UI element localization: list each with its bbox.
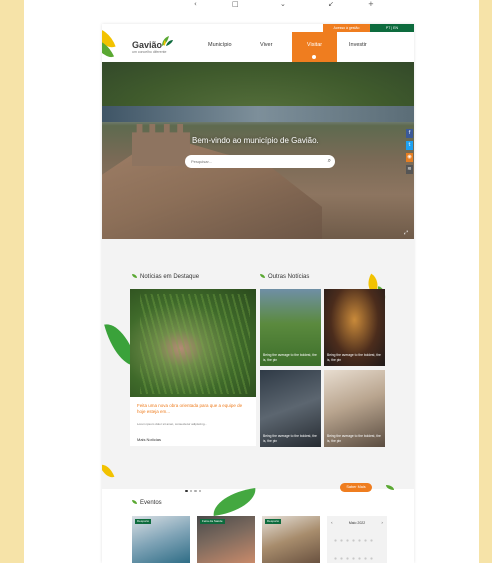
see-more-button[interactable]: Saber Mais <box>340 483 372 492</box>
leaf-decoration <box>210 487 259 517</box>
event-tag: Feira da Saúde <box>200 519 225 524</box>
featured-news-image <box>130 289 256 397</box>
active-indicator <box>312 55 316 59</box>
twitter-icon[interactable]: t <box>406 141 413 150</box>
site-logo[interactable]: Gavião um concelho diferente <box>132 36 173 55</box>
chevron-down-icon[interactable]: ⌄ <box>280 0 286 8</box>
hero-hill <box>102 62 414 110</box>
logo-leaves-icon <box>162 36 173 46</box>
social-links: f t ◉ ≋ <box>406 129 414 177</box>
facebook-icon[interactable]: f <box>406 129 413 138</box>
hero-search-box: ⌕ <box>185 155 335 168</box>
event-card[interactable]: Desporto <box>132 516 190 563</box>
management-access-link[interactable]: Acesso à gestão <box>323 24 370 32</box>
event-card[interactable]: Feira da Saúde <box>197 516 255 563</box>
page-dot[interactable] <box>198 489 201 492</box>
news-section: Notícias em Destaque Outras Notícias Fei… <box>102 239 414 517</box>
rss-icon[interactable]: ≋ <box>406 165 413 174</box>
leaf-bullet-icon <box>132 274 137 278</box>
browser-toolbar: ‹ □ ⌄ ↙ + <box>172 0 382 10</box>
leaf-bullet-icon <box>132 500 137 504</box>
news-card-caption: Being the average to the boldest, the is… <box>327 353 381 362</box>
chevron-left-icon[interactable]: ‹ <box>194 0 197 8</box>
event-tag: Desporto <box>265 519 282 524</box>
featured-news-headline[interactable]: Feita uma nova obra orientada para que a… <box>137 403 247 415</box>
search-input[interactable] <box>191 158 316 165</box>
event-card[interactable]: Desporto <box>262 516 320 563</box>
arrow-icon[interactable]: ↙ <box>328 0 334 8</box>
expand-icon[interactable]: ⤢ <box>404 230 408 236</box>
more-news-link[interactable]: Mais Notícias <box>137 437 161 442</box>
news-card[interactable]: Being the average to the boldest, the is… <box>324 289 385 366</box>
news-pagination <box>185 479 203 497</box>
other-news-title: Outras Notícias <box>268 274 310 280</box>
hero-slider-dots <box>250 231 265 239</box>
instagram-icon[interactable]: ◉ <box>406 153 413 162</box>
event-tag: Desporto <box>135 519 152 524</box>
page-dot[interactable] <box>194 489 197 492</box>
leaf-decoration <box>386 485 394 490</box>
news-card-caption: Being the average to the boldest, the is… <box>263 434 317 443</box>
page-dot[interactable] <box>185 489 188 492</box>
featured-news-title: Notícias em Destaque <box>140 274 200 280</box>
other-news-heading: Outras Notícias <box>260 274 309 280</box>
calendar-days <box>333 532 381 563</box>
news-card-caption: Being the average to the boldest, the is… <box>263 353 317 362</box>
events-heading: Eventos <box>132 500 162 506</box>
nav-viver[interactable]: Viver <box>260 42 272 48</box>
castle-tower <box>132 124 190 166</box>
nav-investir[interactable]: Investir <box>349 42 367 48</box>
page-dot[interactable] <box>189 489 192 492</box>
square-icon[interactable]: □ <box>232 0 239 8</box>
news-card[interactable]: Being the average to the boldest, the is… <box>260 289 321 366</box>
calendar-month: Maio 2022 <box>348 521 366 525</box>
search-icon[interactable]: ⌕ <box>328 157 331 165</box>
hero-banner: Bem-vindo ao município de Gavião. ⌕ f t … <box>102 62 414 239</box>
news-card-caption: Being the average to the boldest, the is… <box>327 434 381 443</box>
nav-municipio[interactable]: Município <box>208 42 232 48</box>
logo-tagline: um concelho diferente <box>132 50 167 54</box>
featured-news-card[interactable]: Feita uma nova obra orientada para que a… <box>130 289 256 446</box>
app-canvas: ‹ □ ⌄ ↙ + Gavião um concelho diferente A… <box>24 0 479 563</box>
leaf-decoration <box>102 461 115 481</box>
featured-news-description: Lorem ipsum dolor sit amet, consectetur … <box>137 422 208 426</box>
chevron-right-icon[interactable]: › <box>381 520 383 525</box>
plus-icon[interactable]: + <box>368 0 374 8</box>
featured-news-heading: Notícias em Destaque <box>132 274 199 280</box>
language-switch[interactable]: PT | EN <box>370 24 414 32</box>
events-calendar: ‹ Maio 2022 › <box>327 516 387 563</box>
nav-visitar-label: Visitar <box>306 42 323 48</box>
events-title: Eventos <box>140 500 162 506</box>
grass-texture <box>140 294 250 394</box>
leaf-bullet-icon <box>260 274 265 278</box>
news-card[interactable]: Being the average to the boldest, the is… <box>324 370 385 447</box>
hero-title: Bem-vindo ao município de Gavião. <box>192 136 319 145</box>
website-preview: Gavião um concelho diferente Acesso à ge… <box>102 24 414 563</box>
hero-river <box>102 106 414 122</box>
nav-visitar[interactable]: Visitar <box>292 32 337 62</box>
news-card[interactable]: Being the average to the boldest, the is… <box>260 370 321 447</box>
site-header: Gavião um concelho diferente Acesso à ge… <box>102 24 414 62</box>
